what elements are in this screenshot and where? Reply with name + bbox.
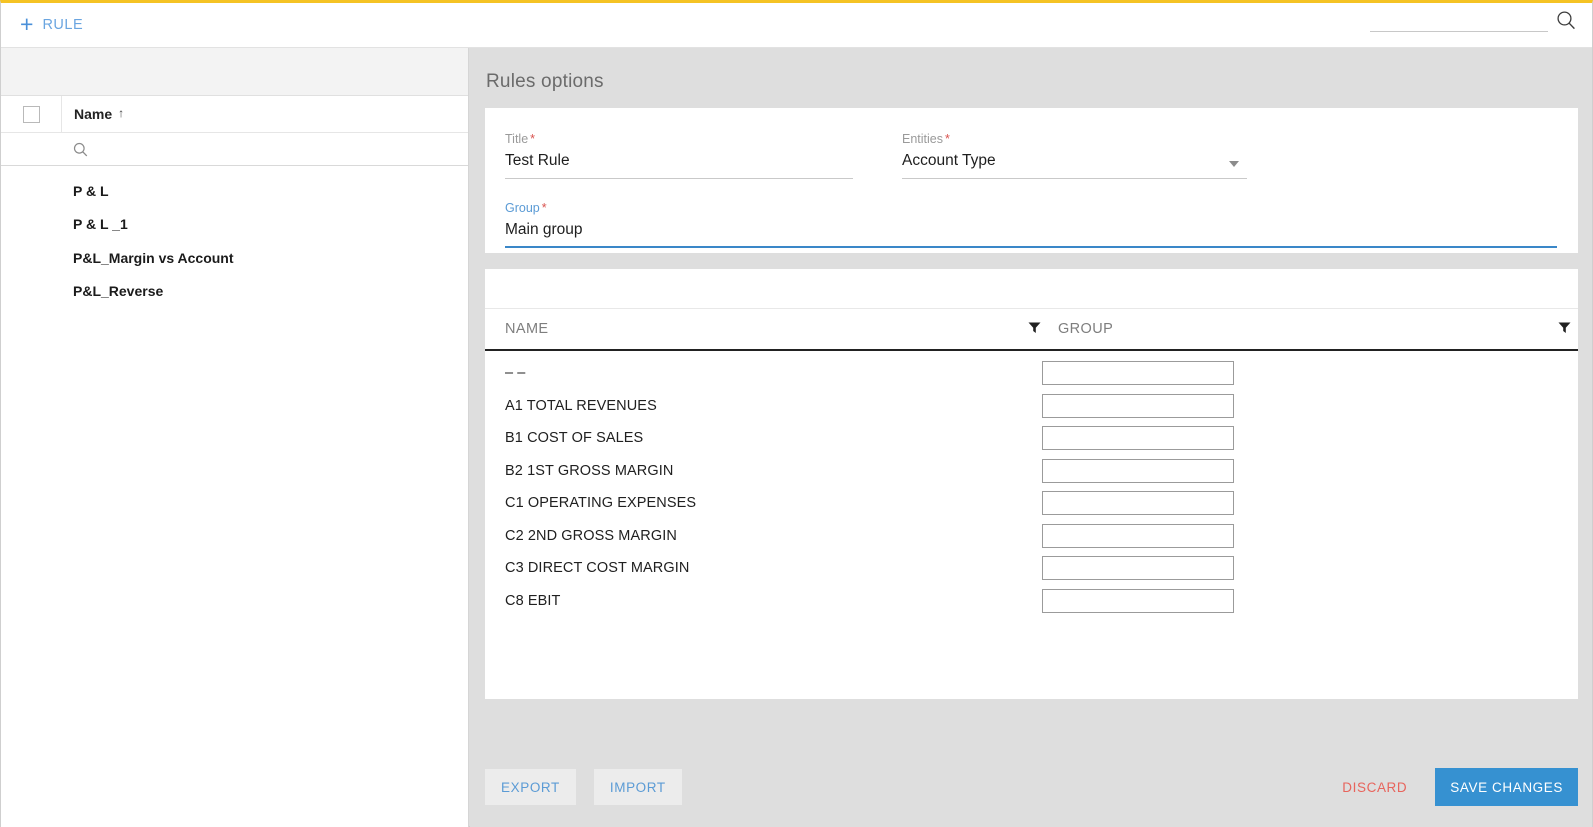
list-item[interactable]: P&L_Reverse — [1, 275, 468, 309]
title-field-label-text: Title — [505, 132, 529, 146]
global-search — [1370, 9, 1576, 32]
column-header-name[interactable]: NAME — [505, 320, 1042, 339]
save-changes-button[interactable]: SAVE CHANGES — [1435, 768, 1578, 806]
filter-icon[interactable] — [1557, 320, 1572, 339]
table-row: B1 COST OF SALES — [485, 422, 1578, 455]
row-name: C1 OPERATING EXPENSES — [505, 495, 697, 512]
required-marker: * — [945, 132, 950, 146]
list-item[interactable]: P & L _1 — [1, 208, 468, 242]
row-name: B1 COST OF SALES — [505, 430, 644, 447]
import-button[interactable]: IMPORT — [593, 769, 682, 805]
sidebar-list-header: Name ↑ — [1, 96, 468, 133]
table-row: A1 TOTAL REVENUES — [485, 390, 1578, 423]
row-group-cell — [1042, 556, 1578, 581]
row-group-input[interactable] — [1042, 361, 1234, 386]
discard-button[interactable]: DISCARD — [1328, 769, 1421, 805]
list-item[interactable]: P & L — [1, 174, 468, 208]
list-item-label: P&L_Margin vs Account — [73, 249, 234, 266]
row-name: C2 2ND GROSS MARGIN — [505, 527, 677, 544]
list-item-label: P&L_Reverse — [73, 283, 164, 300]
row-name: A1 TOTAL REVENUES — [505, 397, 657, 414]
table-toolbar — [485, 269, 1578, 309]
column-header-group[interactable]: GROUP — [1042, 320, 1572, 339]
sidebar-search-row — [1, 133, 468, 166]
entities-field: Entities * — [902, 130, 1247, 179]
title-field-label: Title * — [505, 132, 853, 146]
add-rule-label: RULE — [42, 17, 84, 33]
group-field-label: Group * — [505, 201, 1557, 215]
row-name: C8 EBIT — [505, 592, 561, 609]
column-header-name[interactable]: Name ↑ — [62, 106, 468, 122]
row-name: – – — [505, 365, 526, 382]
entities-field-label-text: Entities — [902, 132, 943, 146]
select-all-cell — [1, 96, 62, 132]
entities-field-label: Entities * — [902, 132, 1247, 146]
table-row: – – — [485, 357, 1578, 390]
table-body: – – A1 TOTAL REVENUES B1 COST OF SALES B… — [485, 351, 1578, 617]
row-group-input[interactable] — [1042, 491, 1234, 516]
row-group-input[interactable] — [1042, 588, 1234, 613]
group-input[interactable] — [505, 221, 1557, 248]
column-header-name-label: NAME — [505, 321, 549, 337]
add-rule-button[interactable]: + RULE — [20, 10, 84, 37]
search-icon[interactable] — [1556, 10, 1576, 30]
rules-list: P & L P & L _1 P&L_Margin vs Account P&L… — [1, 166, 468, 308]
group-field: Group * — [505, 199, 1557, 248]
row-group-input[interactable] — [1042, 393, 1234, 418]
export-button[interactable]: EXPORT — [485, 769, 576, 805]
rule-options-form: Title* Entities* Group* — [485, 108, 1578, 253]
column-header-group-label: GROUP — [1058, 321, 1114, 337]
entities-select[interactable] — [902, 152, 1247, 179]
row-group-cell — [1042, 523, 1578, 548]
list-item-label: P & L _1 — [73, 216, 128, 233]
global-search-input[interactable] — [1370, 9, 1548, 32]
main-panel: Rules options Title* Entities* — [470, 48, 1592, 827]
required-marker: * — [541, 201, 547, 215]
column-header-name-label: Name — [74, 106, 113, 122]
list-item[interactable]: P&L_Margin vs Account — [1, 241, 468, 275]
table-row: C3 DIRECT COST MARGIN — [485, 552, 1578, 585]
action-footer: EXPORT IMPORT DISCARD SAVE CHANGES — [470, 747, 1592, 827]
row-group-cell — [1042, 491, 1578, 516]
search-icon[interactable] — [73, 142, 88, 157]
accounts-table-card: NAME GROUP – – A1 TOTAL REVENUES B1 COST… — [485, 269, 1578, 699]
row-group-input[interactable] — [1042, 556, 1234, 581]
row-group-cell — [1042, 588, 1578, 613]
top-toolbar: + RULE — [1, 3, 1592, 48]
row-group-cell — [1042, 426, 1578, 451]
row-group-cell — [1042, 458, 1578, 483]
plus-icon: + — [20, 10, 34, 37]
table-row: C2 2ND GROSS MARGIN — [485, 520, 1578, 553]
page-title: Rules options — [486, 71, 604, 92]
required-marker: * — [530, 132, 536, 146]
row-group-cell — [1042, 361, 1578, 386]
title-input[interactable] — [505, 152, 853, 179]
row-name: B2 1ST GROSS MARGIN — [505, 462, 674, 479]
chevron-down-icon[interactable] — [1229, 161, 1239, 167]
row-group-input[interactable] — [1042, 426, 1234, 451]
group-field-label-text: Group — [505, 201, 540, 215]
app-window: + RULE Name ↑ P & L P & L _1 P&L_Margin … — [0, 0, 1593, 827]
sidebar-toolbar — [1, 48, 468, 96]
rules-list-sidebar: Name ↑ P & L P & L _1 P&L_Margin vs Acco… — [1, 48, 469, 827]
title-field: Title * — [505, 130, 853, 179]
filter-icon[interactable] — [1027, 320, 1042, 339]
select-all-checkbox[interactable] — [22, 105, 40, 123]
table-row: C1 OPERATING EXPENSES — [485, 487, 1578, 520]
form-row-1: Title* Entities* — [505, 130, 1558, 179]
sort-ascending-icon: ↑ — [118, 106, 125, 120]
table-row: C8 EBIT — [485, 585, 1578, 618]
row-group-cell — [1042, 393, 1578, 418]
table-row: B2 1ST GROSS MARGIN — [485, 455, 1578, 488]
row-name: C3 DIRECT COST MARGIN — [505, 560, 690, 577]
list-item-label: P & L — [73, 182, 109, 199]
table-header-row: NAME GROUP — [485, 309, 1578, 351]
row-group-input[interactable] — [1042, 523, 1234, 548]
row-group-input[interactable] — [1042, 458, 1234, 483]
